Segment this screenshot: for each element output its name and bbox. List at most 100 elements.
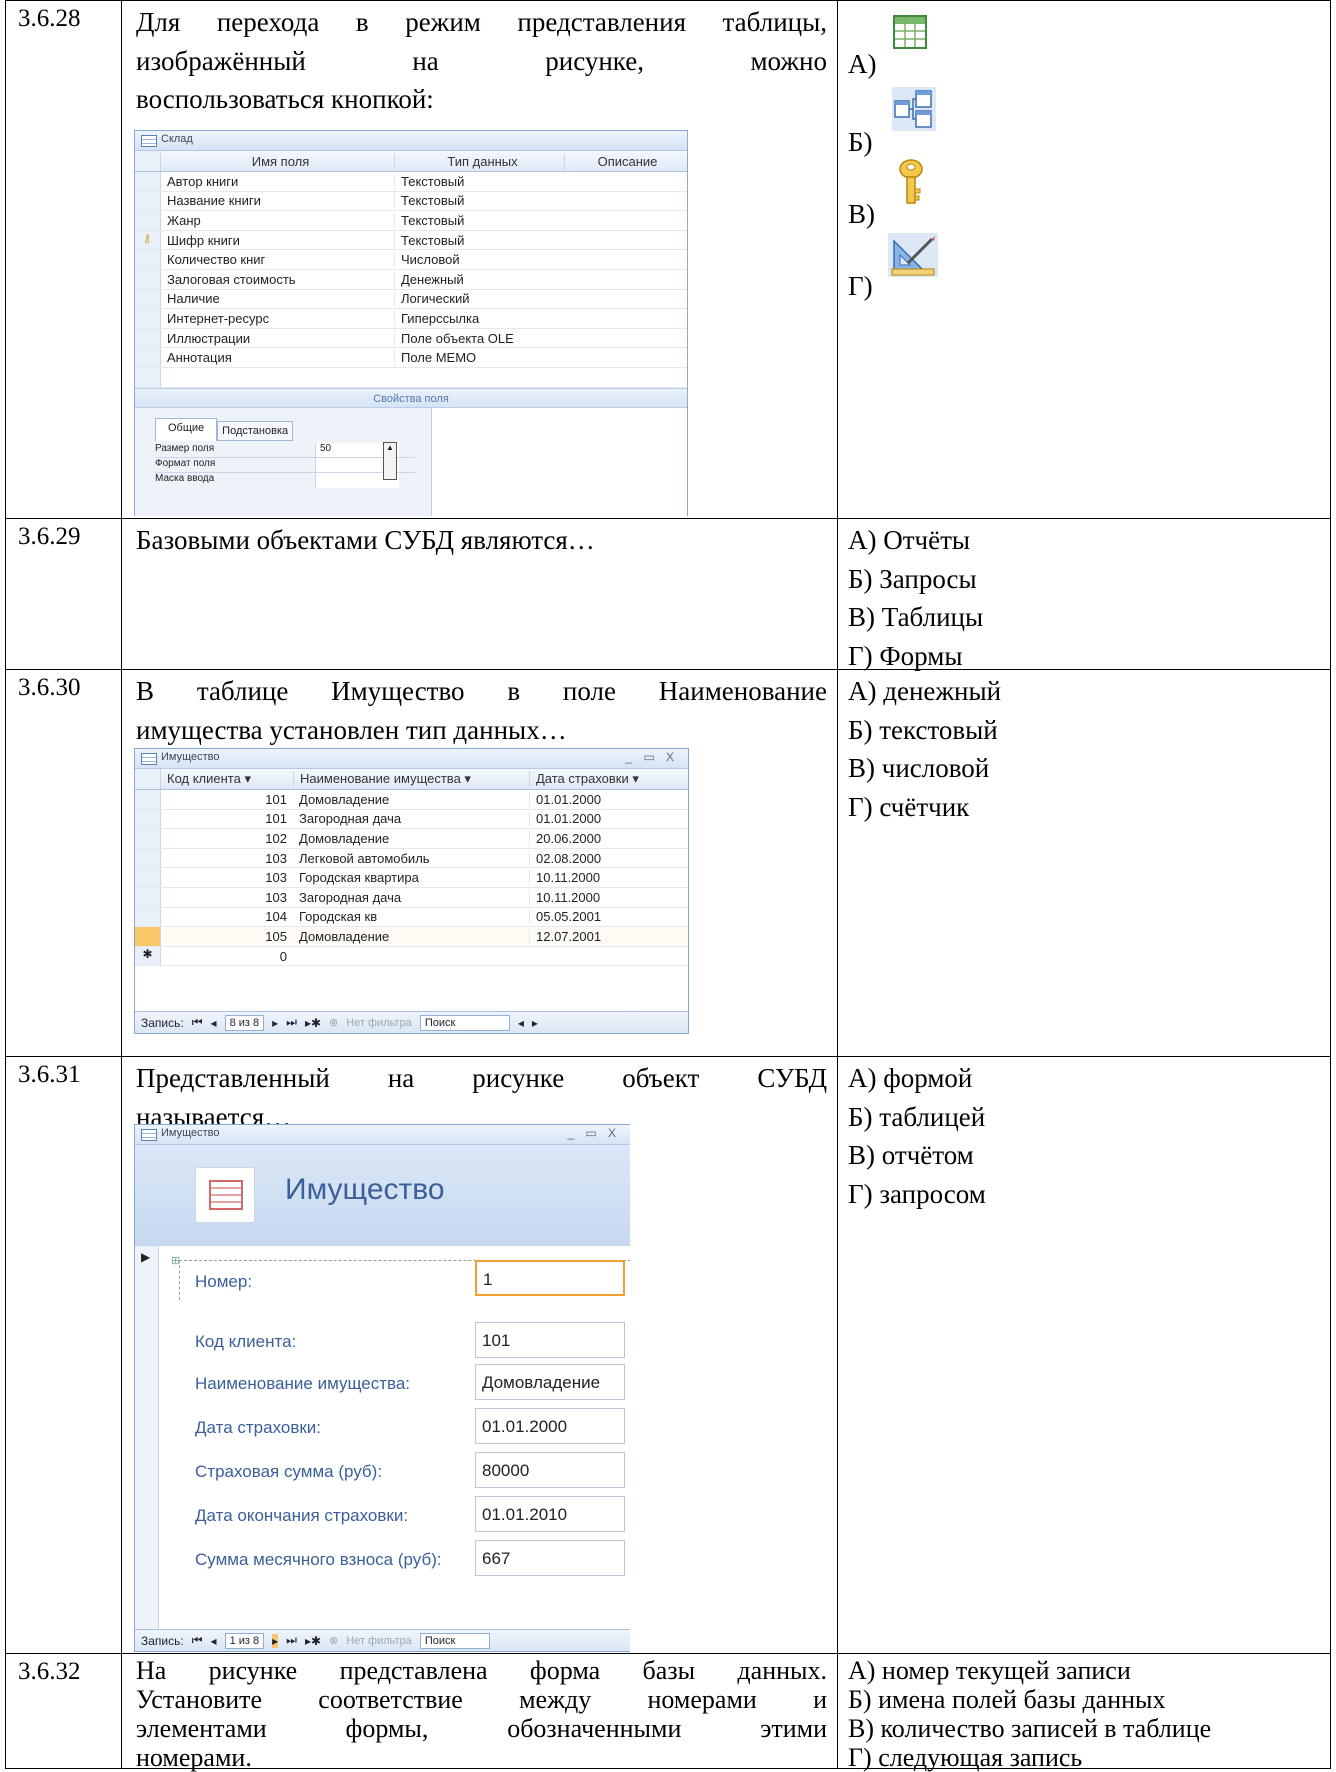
prev-record-icon[interactable]: ◂ [211, 1634, 217, 1648]
field-name[interactable]: Количество книг [161, 252, 394, 267]
field-name[interactable]: Интернет-ресурс [161, 311, 394, 326]
filter-icon[interactable]: ⊗ [329, 1634, 338, 1647]
field-input[interactable]: 667 [475, 1540, 625, 1576]
cell[interactable]: Загородная дача [293, 890, 529, 905]
table-row[interactable]: 102 Домовладение 20.06.2000 [135, 829, 688, 849]
cell[interactable]: Загородная дача [293, 811, 529, 826]
field-input[interactable]: 80000 [475, 1452, 625, 1488]
field-row[interactable]: Иллюстрации Поле объекта OLE [135, 328, 687, 349]
scroll-left-icon[interactable]: ◂ [518, 1016, 524, 1030]
current-record-field[interactable]: 1 из 8 [224, 1632, 265, 1649]
next-record-icon[interactable]: ▸ [272, 1633, 279, 1648]
field-type[interactable]: Логический [394, 291, 564, 307]
search-input[interactable]: Поиск [419, 1014, 510, 1031]
field-input[interactable]: Домовладение [475, 1364, 625, 1400]
cell[interactable]: 102 [161, 831, 293, 846]
field-type[interactable]: Гиперссылка [394, 310, 564, 326]
new-record-row[interactable]: ✱ 0 [135, 946, 688, 967]
field-row[interactable]: Жанр Текстовый [135, 211, 687, 231]
first-record-icon[interactable]: ⏮ [192, 1015, 203, 1030]
field-type[interactable]: Текстовый [394, 193, 564, 209]
move-layout-icon[interactable]: ⊞ [171, 1254, 180, 1267]
field-type[interactable]: Поле объекта OLE [394, 330, 564, 346]
cell[interactable]: 02.08.2000 [529, 850, 679, 866]
table-row[interactable]: 101 Домовладение 01.01.2000 [135, 790, 688, 810]
field-type[interactable]: Поле МЕМО [394, 350, 564, 366]
field-name[interactable]: Наличие [161, 291, 394, 306]
field-row[interactable]: Наличие Логический [135, 289, 687, 310]
cell[interactable]: 01.01.2000 [529, 791, 679, 807]
search-input[interactable]: Поиск [419, 1632, 490, 1649]
cell[interactable]: Домовладение [293, 929, 529, 944]
field-row[interactable]: ⚷ Шифр книги Текстовый [135, 230, 687, 251]
first-record-icon[interactable]: ⏮ [192, 1633, 203, 1648]
field-name[interactable]: Залоговая стоимость [161, 272, 394, 287]
field-input[interactable]: 101 [475, 1322, 625, 1358]
field-type[interactable]: Денежный [394, 271, 564, 287]
new-record-icon[interactable]: ▸✱ [305, 1016, 321, 1030]
new-record-icon[interactable]: ▸✱ [305, 1634, 321, 1648]
field-input[interactable]: 01.01.2000 [475, 1408, 625, 1444]
table-row[interactable]: 103 Загородная дача 10.11.2000 [135, 887, 688, 908]
field-row-empty[interactable] [135, 367, 687, 388]
filter-status[interactable]: Нет фильтра [346, 1635, 412, 1647]
field-name[interactable]: Шифр книги [161, 233, 394, 248]
table-datasheet-icon[interactable] [893, 15, 927, 54]
field-type[interactable]: Текстовый [394, 212, 564, 228]
table-row[interactable]: 101 Загородная дача 01.01.2000 [135, 809, 688, 830]
field-row[interactable]: Автор книги Текстовый [135, 172, 687, 192]
next-record-icon[interactable]: ▸ [272, 1016, 278, 1030]
last-record-icon[interactable]: ⏭ [286, 1015, 297, 1030]
cell[interactable]: 0 [161, 949, 293, 964]
cell[interactable]: Городская кв [293, 909, 529, 924]
record-selector[interactable]: ▶ [135, 1246, 159, 1632]
field-type[interactable]: Текстовый [394, 232, 564, 248]
cell[interactable]: 05.05.2001 [529, 909, 679, 925]
field-row[interactable]: Залоговая стоимость Денежный [135, 269, 687, 290]
field-row[interactable]: Количество книг Числовой [135, 250, 687, 270]
field-row[interactable]: Интернет-ресурс Гиперссылка [135, 309, 687, 329]
last-record-icon[interactable]: ⏭ [286, 1633, 297, 1648]
cell[interactable]: Легковой автомобиль [293, 851, 529, 866]
field-row[interactable]: Аннотация Поле МЕМО [135, 348, 687, 368]
tab-lookup[interactable]: Подстановка [217, 420, 294, 441]
window-controls[interactable]: _ ▭ X [567, 1126, 620, 1140]
field-type[interactable]: Числовой [394, 252, 564, 268]
field-input[interactable]: 01.01.2010 [475, 1496, 625, 1532]
field-name[interactable]: Иллюстрации [161, 331, 394, 346]
field-input[interactable]: 1 [475, 1260, 625, 1296]
cell[interactable]: Городская квартира [293, 870, 529, 885]
cell[interactable]: 101 [161, 792, 293, 807]
table-row[interactable]: 103 Легковой автомобиль 02.08.2000 [135, 848, 688, 869]
cell[interactable]: 01.01.2000 [529, 811, 679, 827]
cell[interactable]: 10.11.2000 [529, 870, 679, 886]
cell[interactable]: 101 [161, 811, 293, 826]
table-row[interactable]: 104 Городская кв 05.05.2001 [135, 907, 688, 928]
cell[interactable]: 103 [161, 851, 293, 866]
cell[interactable]: Домовладение [293, 831, 529, 846]
filter-status[interactable]: Нет фильтра [346, 1017, 412, 1029]
select-all-corner[interactable] [135, 151, 161, 171]
column-header[interactable]: Дата страховки ▾ [529, 771, 679, 787]
current-record-field[interactable]: 8 из 8 [224, 1014, 265, 1031]
window-controls[interactable]: _ ▭ X [625, 750, 678, 764]
select-all-corner[interactable] [135, 769, 161, 789]
field-row[interactable]: Название книги Текстовый [135, 191, 687, 212]
cell[interactable]: 103 [161, 870, 293, 885]
cell[interactable]: Домовладение [293, 792, 529, 807]
field-name[interactable]: Жанр [161, 213, 394, 228]
scroll-right-icon[interactable]: ▸ [532, 1016, 538, 1030]
cell[interactable]: 20.06.2000 [529, 830, 679, 846]
key-icon[interactable] [898, 159, 924, 210]
filter-icon[interactable]: ⊗ [329, 1016, 338, 1029]
cell[interactable]: 12.07.2001 [529, 928, 679, 944]
field-name[interactable]: Автор книги [161, 174, 394, 189]
field-name[interactable]: Аннотация [161, 350, 394, 365]
cell[interactable]: 103 [161, 890, 293, 905]
column-header[interactable]: Наименование имущества ▾ [293, 771, 529, 787]
prev-record-icon[interactable]: ◂ [211, 1016, 217, 1030]
field-type[interactable]: Текстовый [394, 173, 564, 189]
table-row[interactable]: 105 Домовладение 12.07.2001 [135, 927, 688, 947]
tab-general[interactable]: Общие [155, 417, 218, 441]
design-view-icon[interactable] [888, 233, 938, 282]
